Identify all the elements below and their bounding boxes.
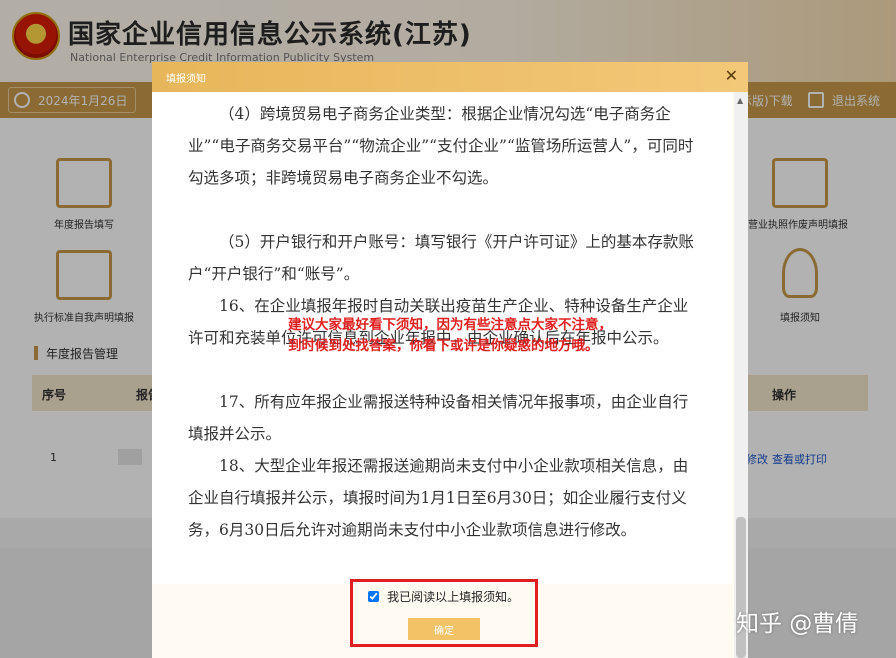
annotation-line-1: 建议大家最好看下须知，因为有些注意点大家不注意，	[288, 317, 612, 333]
notice-paragraph: （4）跨境贸易电子商务企业类型：根据企业情况勾选“电子商务企业”“电子商务交易平…	[188, 105, 694, 187]
confirm-button[interactable]: 确定	[408, 618, 480, 640]
scroll-up-icon[interactable]: ▲	[737, 96, 743, 105]
agree-label: 我已阅读以上填报须知。	[387, 590, 520, 604]
agree-checkbox[interactable]	[368, 591, 379, 602]
modal-header: 填报须知 ✕	[152, 62, 748, 92]
notice-paragraph: 18、大型企业年报还需报送逾期尚未支付中小企业款项相关信息，由企业自行填报并公示…	[188, 457, 689, 539]
notice-paragraph: （5）开户银行和开户账号：填写银行《开户许可证》上的基本存款账户“开户银行”和“…	[188, 233, 694, 283]
notice-paragraph: 17、所有应年报企业需报送特种设备相关情况年报事项，由企业自行填报并公示。	[188, 393, 689, 443]
notice-modal: 填报须知 ✕ （4）跨境贸易电子商务企业类型：根据企业情况勾选“电子商务企业”“…	[152, 62, 748, 658]
watermark: 知乎 @曹倩	[736, 611, 859, 637]
annotation-line-2: 到时候到处找答案，你看下或许是你疑惑的地方哦。	[288, 338, 599, 354]
modal-title: 填报须知	[166, 74, 206, 85]
close-icon[interactable]: ✕	[725, 66, 738, 85]
agree-row[interactable]: 我已阅读以上填报须知。	[368, 586, 519, 605]
